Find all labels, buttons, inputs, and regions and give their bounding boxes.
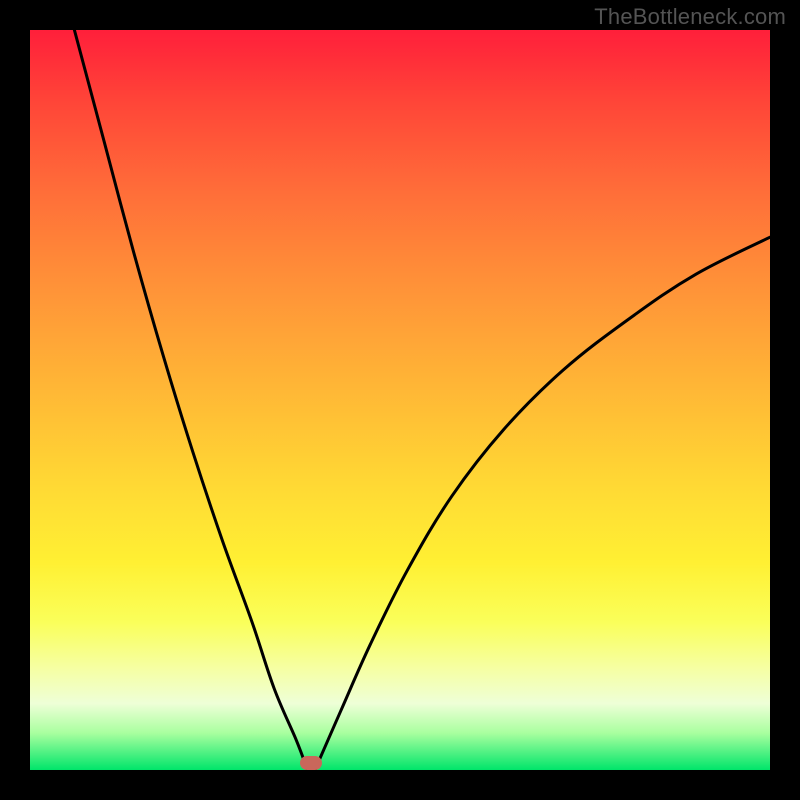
curve-layer [30,30,770,770]
curve-left-branch [74,30,307,770]
curve-right-branch [315,237,770,770]
plot-wrap [30,30,770,770]
watermark-label: TheBottleneck.com [594,4,786,30]
bottleneck-marker [300,756,322,770]
chart-frame: TheBottleneck.com [0,0,800,800]
